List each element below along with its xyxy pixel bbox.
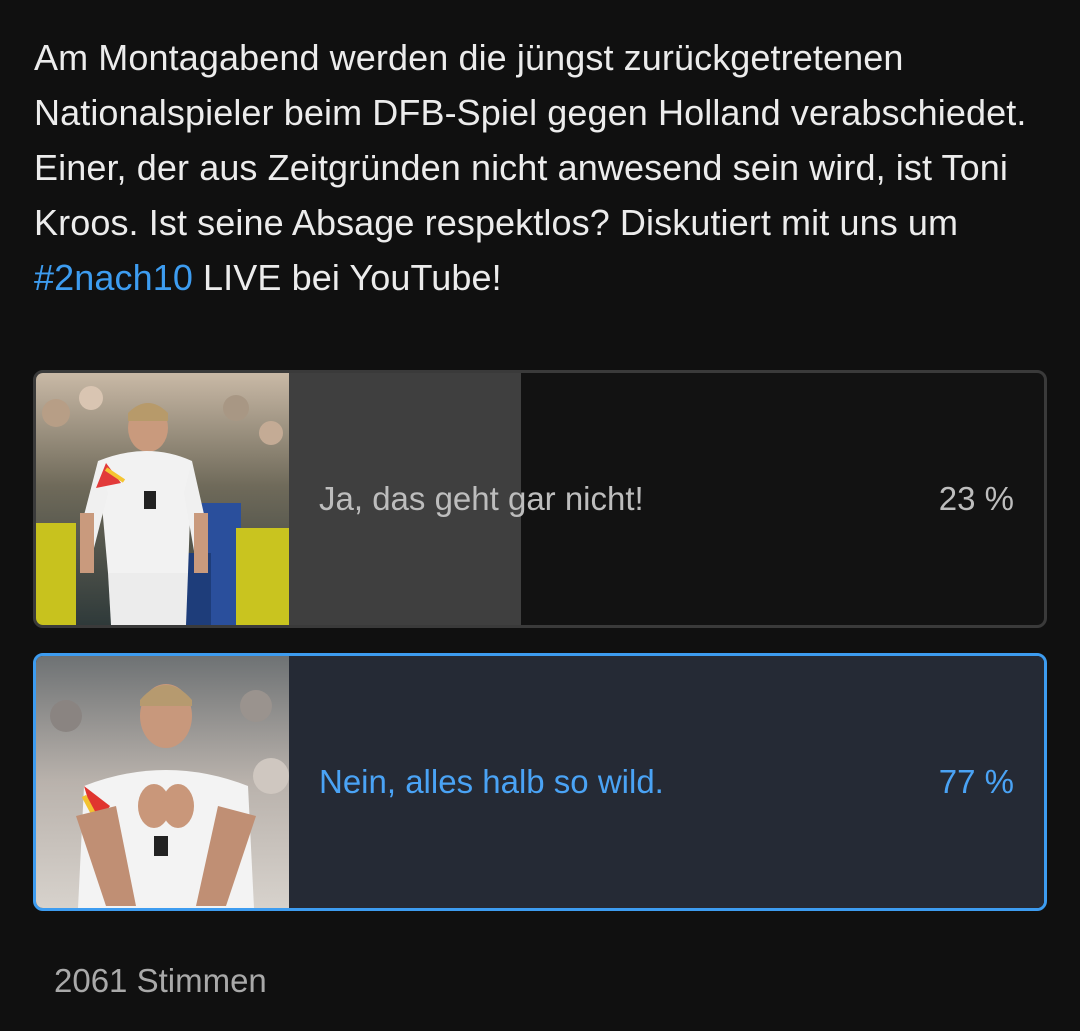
photo-graphic [36, 373, 289, 625]
poll-option-no[interactable]: Nein, alles halb so wild. 77 % [33, 653, 1047, 911]
vote-count: 2061 Stimmen [54, 962, 267, 999]
player-applauding-photo [36, 656, 289, 908]
poll-option-yes[interactable]: Ja, das geht gar nicht! 23 % [33, 370, 1047, 628]
player-standing-photo [36, 373, 289, 625]
post-text: Am Montagabend werden die jüngst zurückg… [34, 30, 1044, 305]
photo-graphic [36, 656, 289, 908]
poll-option-percent: 77 % [938, 763, 1014, 800]
post-text-tail: LIVE bei YouTube! [192, 257, 502, 298]
poll-option-bar: Ja, das geht gar nicht! 23 % [289, 373, 1044, 625]
poll-option-percent: 23 % [938, 480, 1014, 517]
poll-option-label: Nein, alles halb so wild. [319, 763, 664, 800]
poll-option-label: Ja, das geht gar nicht! [319, 480, 644, 517]
hashtag-link[interactable]: #2nach10 [34, 257, 193, 298]
post-text-body: Am Montagabend werden die jüngst zurückg… [34, 37, 1027, 243]
poll-option-bar: Nein, alles halb so wild. 77 % [289, 656, 1044, 908]
